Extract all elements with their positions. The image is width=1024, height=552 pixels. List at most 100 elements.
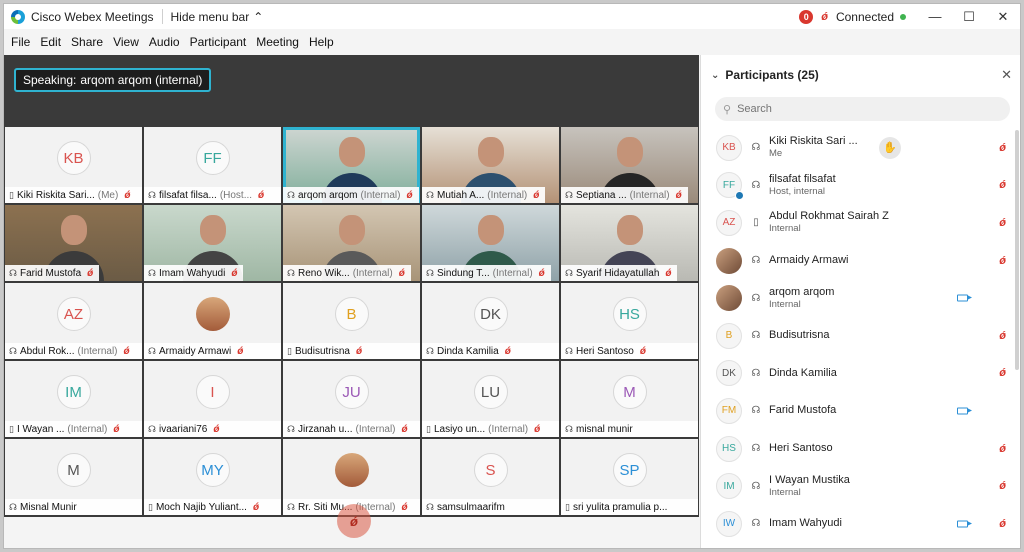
menu-help[interactable]: Help [308,35,335,49]
participant-row[interactable]: IW ☊ Imam Wahyudi ǿ [701,505,1020,543]
participant-grid: KB ▯ Kiki Riskita Sari... (Me) ǿ FF ☊ filsafat … [5,127,700,515]
participant-row[interactable]: DK ☊ Dinda Kamilia ǿ [701,355,1020,393]
muted-mic-icon[interactable]: ǿ [999,443,1006,455]
chevron-down-icon[interactable]: ⌄ [711,70,719,81]
menu-meeting[interactable]: Meeting [255,35,300,49]
tile-name: Moch Najib Yuliant... [155,501,247,513]
participant-tile[interactable]: JU ☊ Jirzanah u... (Internal) ǿ [283,361,420,437]
participant-tile[interactable]: B ▯ Budisutrisna ǿ [283,283,420,359]
app-title: Cisco Webex Meetings [31,9,154,24]
participant-tile[interactable]: FF ☊ filsafat filsa... (Host... ǿ [144,127,281,203]
audio-device-icon: ▯ [9,189,14,200]
participant-row[interactable]: KB ☊ Kiki Riskita Sari ... Me ✋ ǿ [701,129,1020,167]
close-panel-button[interactable]: ✕ [1001,67,1012,83]
muted-mic-icon: ǿ [237,345,244,357]
participant-tile[interactable]: ☊ Armaidy Armawi ǿ [144,283,281,359]
participant-row[interactable]: IM ☊ I Wayan Mustika Internal ǿ [701,467,1020,505]
muted-mic-icon[interactable]: ǿ [999,480,1006,492]
tile-label: ▯ Lasiyo un... (Internal) ǿ [422,421,559,437]
participant-tile[interactable]: ☊ Sindung T... (Internal) ǿ [422,205,559,281]
panel-scrollbar[interactable] [1015,130,1019,370]
participant-row[interactable]: B ☊ Budisutrisna ǿ [701,317,1020,355]
participant-tile[interactable]: ☊ Mutiah A... (Internal) ǿ [422,127,559,203]
headset-icon: ☊ [751,292,761,304]
participant-tile[interactable]: ☊ arqom arqom (Internal) ǿ [283,127,420,203]
muted-mic-icon: ǿ [675,189,682,201]
participant-name: Budisutrisna [769,329,830,342]
muted-mic-icon: ǿ [401,501,408,513]
participant-tile[interactable]: ☊ Imam Wahyudi ǿ [144,205,281,281]
participant-tile[interactable]: M ☊ Misnal Munir [5,439,142,515]
menu-share[interactable]: Share [70,35,104,49]
participant-avatar: DK [716,360,742,387]
participant-tile[interactable]: ☊ Farid Mustofa ǿ [5,205,142,281]
muted-mic-icon[interactable]: ǿ [999,367,1006,379]
tile-label: ☊ Jirzanah u... (Internal) ǿ [283,421,420,437]
participant-name: arqom arqom [769,285,835,298]
video-camera-icon[interactable] [957,520,972,528]
raise-hand-icon[interactable]: ✋ [879,136,901,159]
audio-device-icon: ☊ [148,267,156,278]
tile-avatar: AZ [56,297,91,331]
muted-mic-icon[interactable]: ǿ [999,217,1006,229]
tile-name: Abdul Rok... [20,345,75,357]
tile-name: Reno Wik... [298,267,350,279]
participant-info: Imam Wahyudi [769,517,842,530]
participant-name: Dinda Kamilia [769,366,837,379]
participant-tile[interactable]: ☊ Reno Wik... (Internal) ǿ [283,205,420,281]
tile-avatar: MY [195,453,230,487]
participant-tile[interactable]: SP ▯ sri yulita pramulia p... [561,439,698,515]
tile-avatar: JU [334,375,369,409]
hide-menu-bar-button[interactable]: Hide menu bar ⌃ [171,10,264,24]
participant-row[interactable]: ☊ arqom arqom Internal [701,279,1020,317]
search-input[interactable] [737,103,968,115]
menu-file[interactable]: File [10,35,31,49]
menu-participant[interactable]: Participant [189,35,248,49]
participant-tile[interactable]: AZ ☊ Abdul Rok... (Internal) ǿ [5,283,142,359]
audio-device-icon: ☊ [426,267,434,278]
muted-mic-icon[interactable]: ǿ [999,255,1006,267]
tile-label: ☊ Dinda Kamilia ǿ [422,343,559,359]
muted-mic-icon[interactable]: ǿ [999,179,1006,191]
close-window-button[interactable]: ✕ [986,9,1020,25]
minimize-button[interactable]: — [918,9,952,24]
participant-tile[interactable]: I ☊ ivaariani76 ǿ [144,361,281,437]
tile-name: Heri Santoso [576,345,634,357]
participant-row[interactable]: HS ☊ Heri Santoso ǿ [701,430,1020,468]
floating-muted-avatar[interactable]: ǿ [337,504,371,538]
participant-tile[interactable]: HS ☊ Heri Santoso ǿ [561,283,698,359]
menu-view[interactable]: View [112,35,140,49]
muted-mic-icon[interactable]: ǿ [999,518,1006,530]
maximize-button[interactable]: ☐ [952,9,986,25]
menu-edit[interactable]: Edit [39,35,62,49]
tile-label: ▯ Moch Najib Yuliant... ǿ [144,499,281,515]
participant-name: Imam Wahyudi [769,517,842,530]
video-camera-icon[interactable] [957,407,972,415]
muted-mic-icon: ǿ [665,267,672,279]
participant-tile[interactable]: IM ▯ I Wayan ... (Internal) ǿ [5,361,142,437]
menu-audio[interactable]: Audio [148,35,181,49]
muted-mic-icon[interactable]: ǿ [821,11,828,23]
recording-icon[interactable]: 0 [799,9,814,24]
tile-label: ▯ Kiki Riskita Sari... (Me) ǿ [5,187,142,203]
participant-tile[interactable]: DK ☊ Dinda Kamilia ǿ [422,283,559,359]
participant-row[interactable]: FF ☊ filsafat filsafat Host, internal ǿ [701,167,1020,205]
muted-mic-icon[interactable]: ǿ [999,142,1006,154]
participant-tile[interactable]: M ☊ misnal munir [561,361,698,437]
connection-status: Connected [835,9,894,24]
participant-avatar: HS [716,435,742,462]
participant-row[interactable]: FM ☊ Farid Mustofa [701,392,1020,430]
participant-tile[interactable]: LU ▯ Lasiyo un... (Internal) ǿ [422,361,559,437]
search-box[interactable]: ⚲ [715,97,1010,121]
title-bar: Cisco Webex Meetings Hide menu bar ⌃ 0 ǿ… [4,4,1020,29]
participant-tile[interactable]: S ☊ samsulmaarifm [422,439,559,515]
participant-tile[interactable]: KB ▯ Kiki Riskita Sari... (Me) ǿ [5,127,142,203]
participant-tile[interactable]: MY ▯ Moch Najib Yuliant... ǿ [144,439,281,515]
participant-row[interactable]: AZ ▯ Abdul Rokhmat Sairah Z Internal ǿ [701,204,1020,242]
muted-mic-icon[interactable]: ǿ [999,330,1006,342]
participant-row[interactable]: ☊ Armaidy Armawi ǿ [701,242,1020,280]
participant-tile[interactable]: ☊ Syarif Hidayatullah ǿ [561,205,698,281]
participant-tile[interactable]: ☊ Septiana ... (Internal) ǿ [561,127,698,203]
video-camera-icon[interactable] [957,294,972,302]
tile-label: ☊ Farid Mustofa ǿ [5,265,100,281]
